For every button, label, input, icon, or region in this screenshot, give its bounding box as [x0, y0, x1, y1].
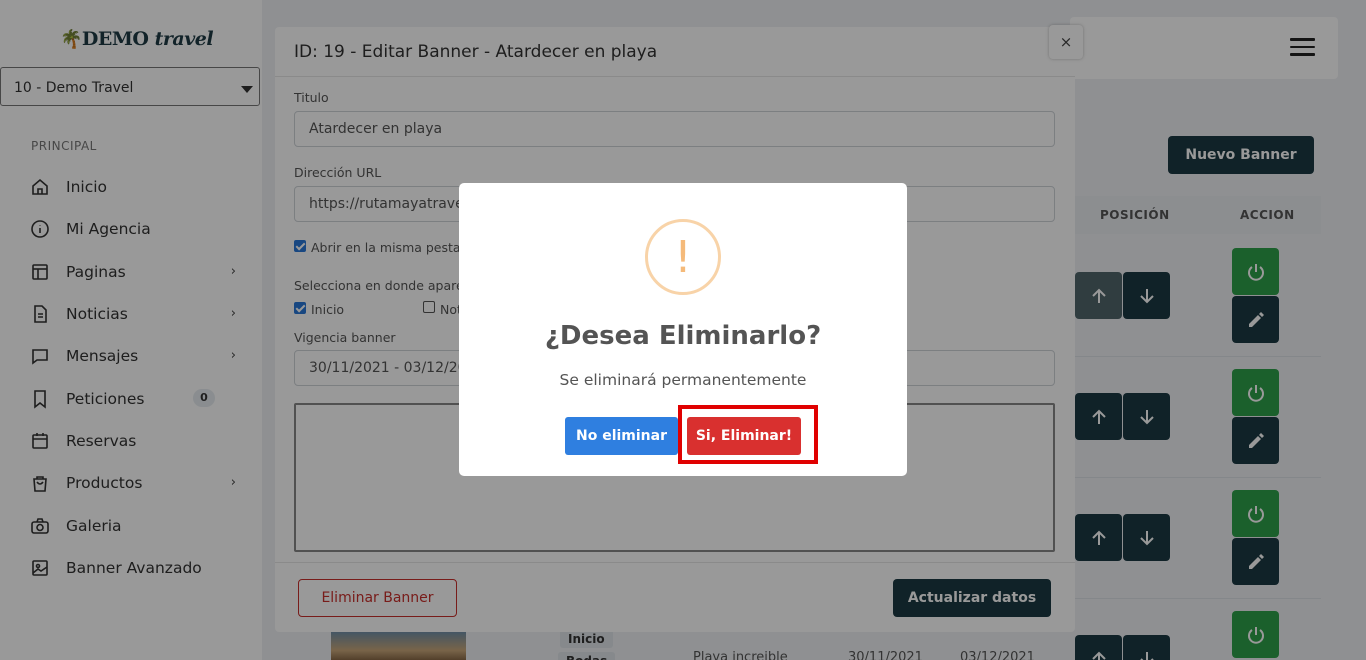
- warning-mark: !: [674, 232, 692, 283]
- warning-icon: !: [645, 219, 721, 295]
- cancel-delete-button[interactable]: No eliminar: [565, 417, 678, 455]
- confirm-text: Se eliminará permanentemente: [559, 371, 807, 389]
- highlight-box: [678, 405, 818, 464]
- confirm-title: ¿Desea Eliminarlo?: [544, 321, 822, 351]
